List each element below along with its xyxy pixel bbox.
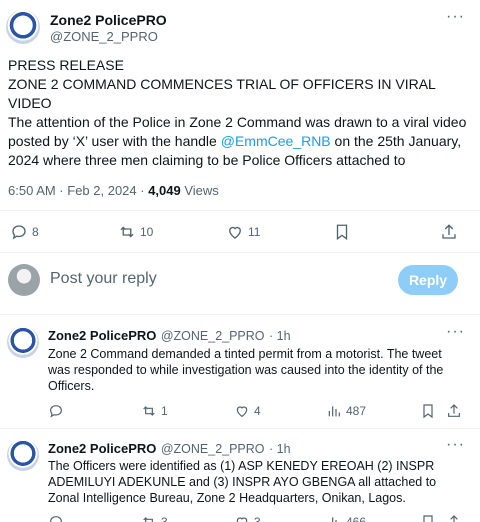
- reply-icon: [12, 225, 26, 240]
- reply-header: Zone2 PolicePRO @ZONE_2_PPRO · 1h: [48, 327, 291, 345]
- reply-time[interactable]: · 1h: [269, 329, 291, 343]
- reply-header: Zone2 PolicePRO @ZONE_2_PPRO · 1h: [48, 440, 291, 458]
- reply-time[interactable]: · 1h: [269, 442, 291, 456]
- reply-author-handle[interactable]: @ZONE_2_PPRO: [161, 442, 265, 456]
- reply-icon: [50, 405, 62, 418]
- views-count: 4,049: [148, 183, 181, 198]
- tweet-timestamp[interactable]: 6:50 AM · Feb 2, 2024 ·: [8, 183, 148, 198]
- author-avatar[interactable]: [6, 10, 40, 44]
- analytics-icon: [328, 406, 340, 417]
- bookmark-icon: [336, 224, 348, 241]
- more-options-icon[interactable]: ···: [446, 436, 465, 454]
- tweet-text: PRESS RELEASE ZONE 2 COMMAND COMMENCES T…: [8, 56, 470, 170]
- share-action[interactable]: [446, 514, 462, 522]
- bookmark-icon: [423, 515, 433, 522]
- analytics-icon: [328, 517, 337, 522]
- share-action[interactable]: [446, 403, 462, 419]
- heart-icon: [236, 517, 248, 522]
- mention-link[interactable]: @EmmCee_RNB: [221, 133, 331, 149]
- author-name[interactable]: Zone2 PolicePRO: [50, 12, 167, 28]
- tweet-line-press-release: PRESS RELEASE: [8, 57, 124, 73]
- repost-icon: [143, 406, 155, 416]
- repost-icon: [120, 226, 134, 238]
- more-options-icon[interactable]: ···: [446, 8, 465, 26]
- like-count: 4: [254, 404, 261, 418]
- views-action[interactable]: 487: [326, 403, 366, 419]
- repost-count: 3: [161, 515, 168, 522]
- user-avatar[interactable]: [8, 264, 40, 296]
- views-count: 466: [346, 515, 367, 522]
- author-handle[interactable]: @ZONE_2_PPRO: [50, 29, 158, 44]
- share-action[interactable]: [440, 223, 458, 241]
- reply-icon: [50, 516, 62, 522]
- divider: [0, 210, 480, 211]
- divider: [0, 252, 480, 253]
- repost-action[interactable]: 1: [141, 403, 168, 419]
- reply-action[interactable]: 8: [10, 223, 39, 241]
- views-action[interactable]: 466: [326, 514, 366, 522]
- repost-icon: [143, 517, 153, 522]
- views-count: 487: [346, 404, 367, 418]
- heart-icon: [236, 406, 248, 418]
- share-icon: [448, 404, 460, 417]
- heart-icon: [229, 226, 241, 239]
- reply-author-avatar[interactable]: [7, 439, 39, 471]
- reply-input[interactable]: Post your reply: [50, 270, 157, 288]
- reply-count: 8: [32, 225, 39, 239]
- more-options-icon[interactable]: ···: [446, 323, 465, 341]
- reply-text: The Officers were identified as (1) ASP …: [48, 459, 437, 505]
- bookmark-action[interactable]: [420, 403, 436, 419]
- share-icon: [450, 515, 458, 522]
- like-count: 11: [248, 225, 261, 239]
- like-action[interactable]: 3: [234, 514, 261, 522]
- repost-count: 10: [140, 225, 154, 239]
- like-count: 3: [254, 515, 261, 522]
- bookmark-action[interactable]: [333, 223, 351, 241]
- like-action[interactable]: 11: [226, 223, 260, 241]
- tweet-body: The attention of the Police in Zone 2 Co…: [8, 113, 470, 170]
- reply-author-avatar[interactable]: [7, 326, 39, 358]
- repost-action[interactable]: 3: [141, 514, 168, 522]
- reply-text: Zone 2 Command demanded a tinted permit …: [48, 347, 444, 393]
- reply-author-handle[interactable]: @ZONE_2_PPRO: [161, 329, 265, 343]
- reply-author-name[interactable]: Zone2 PolicePRO: [48, 441, 156, 456]
- share-icon: [442, 224, 456, 239]
- bookmark-icon: [423, 404, 433, 419]
- repost-action[interactable]: 10: [118, 223, 153, 241]
- divider: [0, 314, 480, 315]
- reply-button[interactable]: Reply: [398, 265, 458, 295]
- bookmark-action[interactable]: [420, 514, 436, 522]
- like-action[interactable]: 4: [234, 403, 261, 419]
- divider: [0, 428, 480, 429]
- views-label: Views: [180, 183, 219, 198]
- reply-action[interactable]: [48, 514, 64, 522]
- reply-author-name[interactable]: Zone2 PolicePRO: [48, 328, 156, 343]
- repost-count: 1: [161, 404, 168, 418]
- tweet-meta: 6:50 AM · Feb 2, 2024 · 4,049 Views: [8, 183, 219, 198]
- reply-action[interactable]: [48, 403, 64, 419]
- tweet-line-headline: ZONE 2 COMMAND COMMENCES TRIAL OF OFFICE…: [8, 76, 436, 111]
